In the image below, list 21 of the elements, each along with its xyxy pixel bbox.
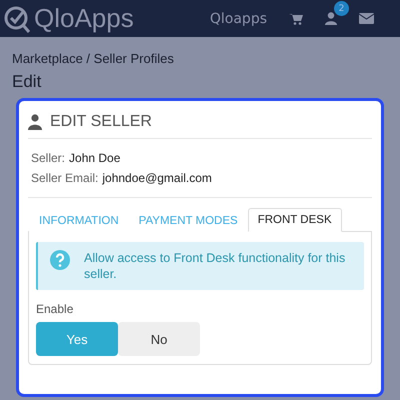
help-icon: [50, 250, 70, 270]
field-label: Seller Email:: [31, 171, 98, 185]
field-label: Seller:: [31, 151, 66, 165]
panel-title: EDIT SELLER: [50, 113, 152, 131]
mail-icon[interactable]: [359, 13, 374, 24]
shop-link[interactable]: Qloapps: [210, 10, 267, 26]
user-icon: [28, 114, 42, 130]
page-title: Edit: [11, 71, 42, 93]
breadcrumb: Marketplace / Seller Profiles: [11, 50, 175, 66]
notification-badge: 2: [334, 1, 349, 16]
cart-icon[interactable]: [289, 12, 303, 24]
alert-text: Allow access to Front Desk functionality for this seller.: [84, 250, 346, 282]
logo-text: QloApps: [34, 3, 134, 34]
field-value: johndoe@gmail.com: [102, 171, 212, 185]
user-icon[interactable]: [325, 12, 337, 25]
enable-label: Enable: [36, 302, 74, 316]
logo-icon: [4, 4, 32, 34]
field-value: John Doe: [69, 151, 120, 165]
tab[interactable]: FRONT DESK: [248, 208, 342, 232]
toggle-option[interactable]: Yes: [36, 322, 118, 356]
toggle-option[interactable]: No: [118, 322, 200, 356]
